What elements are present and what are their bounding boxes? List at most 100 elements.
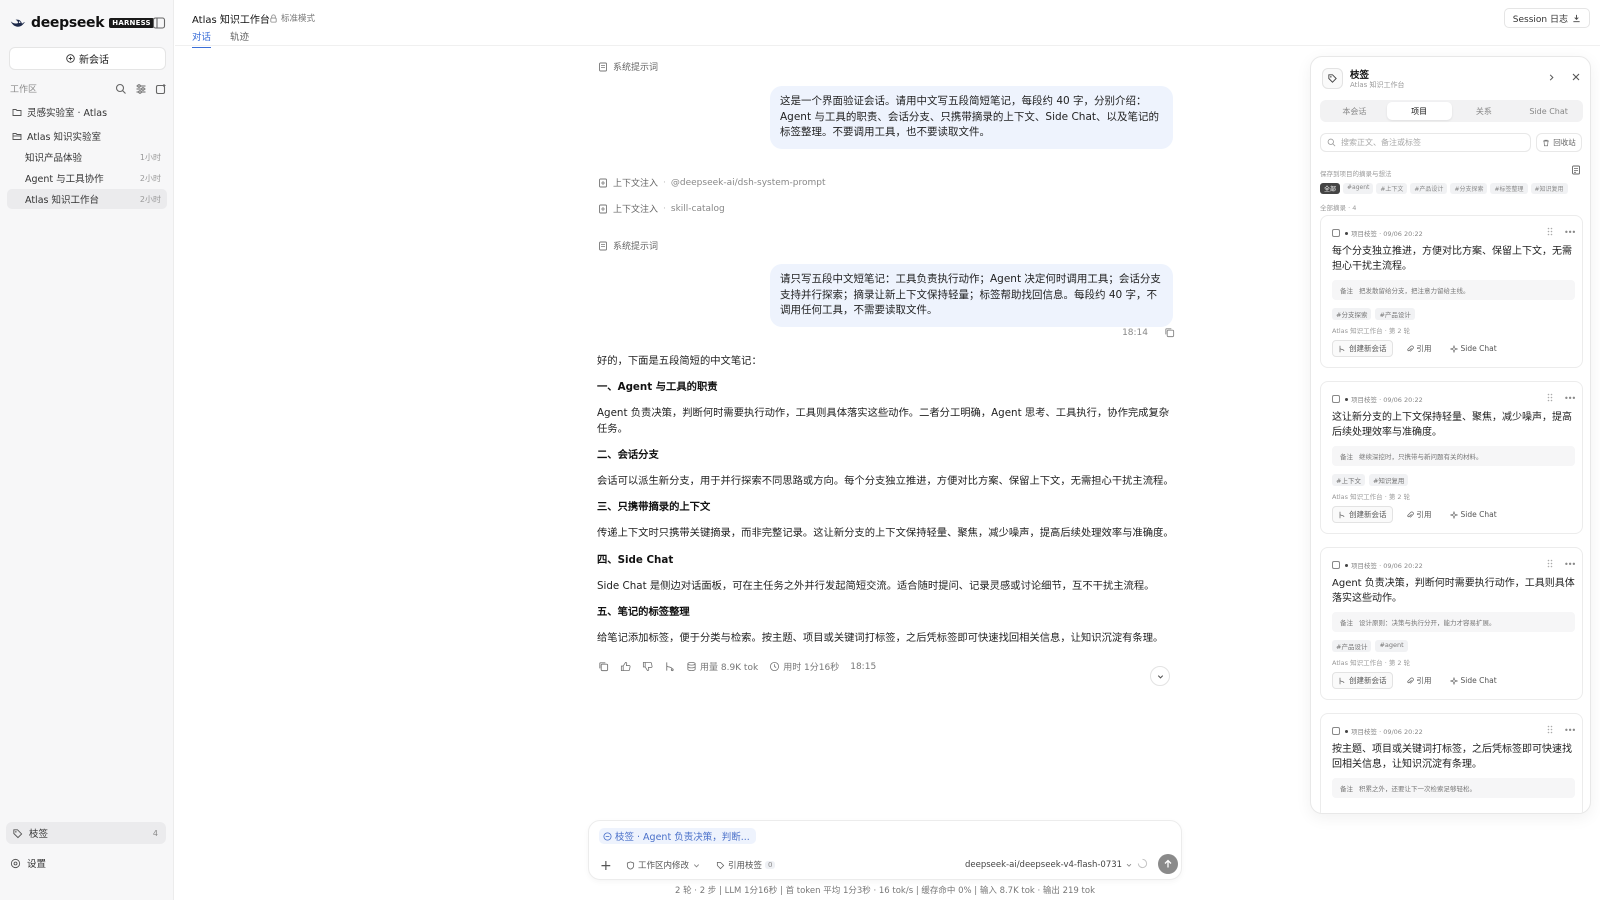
tab-this-session[interactable]: 本会话 [1322,102,1387,120]
filter-chip[interactable]: #上下文 [1376,183,1408,194]
cite-button[interactable]: 引用 [1401,340,1437,357]
add-attachment-button[interactable]: + [600,859,612,873]
conversation-item[interactable]: Agent 与工具协作 2小时 [7,168,167,188]
card-checkbox[interactable] [1332,727,1340,735]
card-tag[interactable]: #知识复用 [1368,474,1409,486]
conversation-title: Atlas 知识工作台 [25,195,99,206]
answer-heading: 五、笔记的标签整理 [597,606,690,618]
tab-chat[interactable]: 对话 [192,29,212,48]
tag-card[interactable]: 项目枝签 · 09/06 20:22 ••• 每个分支独立推进，方便对比方案、保… [1320,215,1583,368]
side-chat-button[interactable]: Side Chat [1445,340,1502,357]
tab-side-chat[interactable]: Side Chat [1516,102,1581,120]
more-options-icon[interactable]: ••• [1564,560,1576,569]
close-icon[interactable] [1571,72,1581,82]
mode-indicator[interactable]: 标准模式 [269,12,315,24]
thumbs-down-icon[interactable] [642,661,653,672]
cite-button[interactable]: 引用 [1401,672,1437,689]
create-session-button[interactable]: 创建新会话 [1332,340,1393,357]
tag-search-input[interactable]: 搜索正文、备注或标签 [1320,133,1531,152]
arrow-up-icon [1164,859,1172,868]
card-tags: #分支探索 #产品设计 [1332,308,1415,320]
more-options-icon[interactable]: ••• [1564,394,1576,403]
filter-chip-all[interactable]: 全部 [1320,183,1341,194]
tag-card[interactable]: 项目枝签 · 09/06 20:22 ••• 这让新分支的上下文保持轻量、聚焦，… [1320,381,1583,534]
chevron-right-icon[interactable] [1547,73,1556,82]
context-injection-line[interactable]: 上下文注入 · skill-catalog [598,202,725,215]
card-note-label: 备注 [1340,619,1353,627]
answer-paragraph: Side Chat 是侧边对话面板，可在主任务之外并行发起简短交流。适合随时提问… [597,580,1155,592]
new-chat-button[interactable]: 新会话 [9,47,166,70]
folder-item-inspiration[interactable]: 灵感实验室 · Atlas [12,105,107,119]
tag-card[interactable]: 项目枝签 · 09/06 20:22 ••• 按主题、项目或关键词打标签，之后凭… [1320,713,1583,813]
system-prompt-label: 系统提示词 [613,63,659,73]
scroll-to-bottom-button[interactable] [1150,666,1170,686]
tab-relations[interactable]: 关系 [1452,102,1517,120]
card-checkbox[interactable] [1332,229,1340,237]
side-chat-button[interactable]: Side Chat [1445,506,1502,523]
conversation-item-active[interactable]: Atlas 知识工作台 2小时 [7,189,167,209]
drag-handle-icon[interactable] [1546,227,1554,236]
sidebar-toggle-icon[interactable] [152,16,166,30]
system-prompt-line[interactable]: 系统提示词 [598,239,658,252]
message-meta: 18:14 [1122,327,1175,338]
cite-tags-button[interactable]: 引用枝签 0 [716,859,776,871]
send-button[interactable] [1158,854,1178,874]
card-tag[interactable]: #上下文 [1332,474,1365,486]
filter-chip[interactable]: #分支探索 [1450,183,1488,194]
thumbs-up-icon[interactable] [620,661,631,672]
create-session-label: 创建新会话 [1349,344,1387,353]
search-icon[interactable] [115,83,127,95]
conversation-time: 2小时 [139,173,161,183]
model-selector[interactable]: deepseek-ai/deepseek-v4-flash-0731 [965,860,1133,870]
context-injection-line[interactable]: 上下文注入 · @deepseek-ai/dsh-system-prompt [598,176,826,189]
card-meta: 项目枝签 · 09/06 20:22 [1345,228,1423,238]
conversation-title: 知识产品体验 [25,153,83,164]
card-checkbox[interactable] [1332,561,1340,569]
side-chat-button[interactable]: Side Chat [1445,672,1502,689]
copy-icon[interactable] [1164,327,1175,338]
search-placeholder: 搜索正文、备注或标签 [1341,138,1421,147]
tab-project[interactable]: 项目 [1386,102,1452,120]
tag-edit-icon [1328,74,1337,83]
card-checkbox[interactable] [1332,395,1340,403]
more-options-icon[interactable]: ••• [1564,726,1576,735]
card-note: 备注 积累之外，还要让下一次检索足够轻松。 [1332,778,1575,798]
card-tag[interactable]: #分支探索 [1332,308,1372,320]
sidebar-item-settings[interactable]: 设置 [10,856,46,870]
filter-chip[interactable]: #知识复用 [1530,183,1568,194]
drag-handle-icon[interactable] [1546,393,1554,402]
referenced-tag-chip[interactable]: 枝签 · Agent 负责决策，判断... [599,828,756,844]
card-tag[interactable]: #agent [1375,640,1408,652]
card-tag[interactable]: #产品设计 [1332,640,1372,652]
workspace-edit-toggle[interactable]: 工作区内修改 [626,859,701,871]
folder-label: 灵感实验室 · Atlas [27,108,108,119]
brand[interactable]: deepseek HARNESS [10,14,154,32]
branch-icon[interactable] [664,661,675,672]
session-status-bar: 2 轮 · 2 步 | LLM 1分16秒 | 首 token 平均 1分3秒 … [674,886,1096,896]
composer[interactable]: 枝签 · Agent 负责决策，判断... + 工作区内修改 引用枝签 0 de… [588,820,1182,880]
folder-item-atlas-lab[interactable]: Atlas 知识实验室 [12,129,101,143]
tag-card[interactable]: 项目枝签 · 09/06 20:22 ••• Agent 负责决策，判断何时需要… [1320,547,1583,700]
notes-icon[interactable] [1571,165,1581,175]
more-options-icon[interactable]: ••• [1564,228,1576,237]
recycle-bin-button[interactable]: 回收站 [1536,133,1582,152]
create-session-button[interactable]: 创建新会话 [1332,672,1393,689]
sidebar-item-tags[interactable]: 枝签 4 [6,822,166,844]
card-tag[interactable]: #产品设计 [1375,308,1415,320]
filter-chip[interactable]: #标签整理 [1490,183,1528,194]
system-prompt-line[interactable]: 系统提示词 [598,60,658,73]
filter-chip[interactable]: #agent [1343,183,1374,194]
workspace-header: 工作区 [10,82,167,95]
copy-icon[interactable] [598,661,609,672]
filter-chip[interactable]: #产品设计 [1410,183,1448,194]
tab-trace[interactable]: 轨迹 [230,29,249,47]
filter-icon[interactable] [135,83,147,95]
conversation-item[interactable]: 知识产品体验 1小时 [7,147,167,167]
create-session-button[interactable]: 创建新会话 [1332,506,1393,523]
drag-handle-icon[interactable] [1546,725,1554,734]
system-prompt-label: 系统提示词 [613,242,659,252]
drag-handle-icon[interactable] [1546,559,1554,568]
session-log-button[interactable]: Session 日志 [1503,8,1590,28]
new-folder-icon[interactable] [155,83,167,95]
cite-button[interactable]: 引用 [1401,506,1437,523]
